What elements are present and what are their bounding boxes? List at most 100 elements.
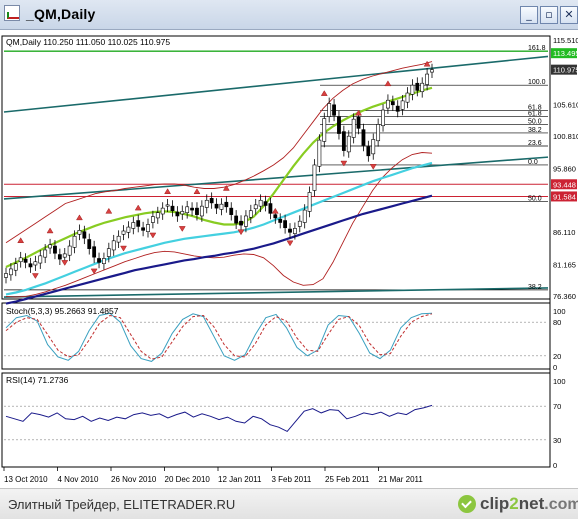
chart-window-icon	[4, 5, 20, 21]
candle-body	[57, 254, 62, 260]
candle-body	[106, 248, 111, 257]
candle-body	[121, 230, 126, 235]
rsi-panel-label: RSI(14) 71.2736	[6, 375, 69, 385]
footer-caption: Элитный Трейдер, ELITETRADER.RU	[8, 497, 236, 512]
clip2net-logo[interactable]: clip2net.com	[458, 492, 578, 516]
candle-body	[97, 258, 101, 263]
candle-body	[102, 258, 106, 264]
stoch-tick-label: 0	[553, 363, 557, 372]
candle-body	[361, 129, 366, 146]
candle-body	[317, 139, 322, 167]
candle-body	[53, 245, 57, 254]
candle-body	[23, 258, 28, 263]
fib-level-label: 38.2	[528, 284, 542, 291]
fib-level-label: 38.2	[528, 127, 542, 134]
fib-level-label: 161.8	[528, 45, 546, 52]
candle-body	[244, 215, 248, 227]
price-tick-label: 100.810	[553, 132, 578, 141]
stoch-panel-label: Stoch(5,3,3) 95.2663 91.4857	[6, 306, 119, 316]
candle-body	[190, 207, 194, 211]
price-tick-label: 76.360	[553, 292, 576, 301]
price-tick-label: 113.495	[553, 49, 578, 58]
fib-level-label: 23.6	[528, 140, 542, 147]
candle-body	[160, 207, 165, 215]
fib-level-label: 0.0	[528, 159, 538, 166]
candle-body	[4, 273, 8, 278]
price-chart[interactable]: 161.8100.061.861.850.038.223.60.050.038.…	[0, 30, 578, 488]
fib-level-label: 100.0	[528, 79, 546, 86]
price-tick-labels: 115.510 113.495 110.975 105.610 100.810 95.86…	[551, 36, 578, 301]
candle-body	[425, 73, 430, 85]
clip2net-check-icon	[458, 495, 476, 513]
candle-body	[258, 199, 263, 207]
candle-body	[67, 245, 72, 256]
candle-body	[390, 101, 395, 106]
candle-body	[229, 207, 234, 215]
candle-body	[111, 240, 116, 251]
candle-body	[224, 201, 229, 208]
stoch-tick-label: 80	[553, 318, 561, 327]
date-tick-label: 20 Dec 2010	[165, 475, 211, 484]
rsi-tick-label: 0	[553, 461, 557, 470]
candle-body	[195, 207, 199, 215]
candle-body	[92, 246, 97, 258]
fib-level-label: 61.8	[528, 111, 542, 118]
candle-body	[337, 116, 341, 134]
candle-body	[288, 228, 292, 233]
rsi-tick-label: 30	[553, 436, 561, 445]
date-tick-label: 12 Jan 2011	[218, 475, 262, 484]
candle-body	[410, 84, 415, 95]
window-title: _QM,Daily	[26, 6, 96, 22]
candle-body	[356, 116, 361, 129]
candle-body	[116, 235, 121, 243]
minimize-button[interactable]: _	[520, 6, 538, 24]
candle-body	[131, 222, 136, 229]
date-tick-label: 13 Oct 2010	[4, 475, 48, 484]
candle-body	[341, 131, 346, 151]
candle-body	[332, 104, 336, 116]
candle-body	[248, 210, 253, 218]
candle-body	[405, 92, 410, 103]
candle-body	[376, 124, 381, 142]
stoch-tick-label: 100	[553, 307, 566, 316]
candle-body	[239, 220, 243, 226]
candle-body	[415, 82, 420, 91]
close-button[interactable]: ✕	[560, 6, 578, 24]
price-tick-label: 93.448	[553, 180, 576, 189]
main-panel-label: QM,Daily 110.250 111.050 110.025 110.975	[6, 37, 170, 47]
rsi-panel-frame	[1, 372, 551, 468]
candle-body	[420, 82, 425, 93]
candle-body	[180, 211, 185, 215]
chart-area[interactable]: 161.8 100.0 61.8 61.8 50.0 38.2 23.6 0.0 50.0 38.…	[0, 30, 578, 488]
candle-body	[381, 109, 385, 127]
candle-body	[346, 135, 351, 153]
candle-body	[8, 268, 13, 276]
restore-button[interactable]: ▫	[540, 6, 558, 24]
candle-body	[33, 261, 38, 266]
candle-body	[327, 103, 332, 117]
oscillator-tick-labels: 100 80 20 0 100 70 30 0	[553, 307, 566, 470]
candle-body	[263, 201, 268, 206]
candle-body	[62, 253, 67, 258]
candle-body	[82, 231, 87, 239]
candle-body	[395, 105, 400, 112]
price-tick-label: 81.165	[553, 261, 576, 270]
candle-body	[38, 255, 43, 264]
main-panel-frame	[1, 35, 551, 300]
date-tick-label: 21 Mar 2011	[379, 475, 424, 484]
candle-body	[141, 227, 146, 231]
date-tick-label: 26 Nov 2010	[111, 475, 157, 484]
candle-body	[292, 228, 297, 234]
window-titlebar: _QM,Daily _ ▫ ✕	[0, 0, 578, 30]
price-tick-label: 105.610	[553, 101, 578, 110]
candle-body	[283, 220, 288, 229]
candle-body	[214, 203, 219, 209]
date-tick-label: 3 Feb 2011	[272, 475, 312, 484]
candle-body	[253, 204, 258, 210]
candle-body	[400, 100, 405, 110]
candle-body	[28, 263, 33, 268]
candle-body	[77, 230, 82, 235]
candle-body	[48, 244, 52, 249]
candle-body	[146, 224, 150, 232]
candle-body	[366, 146, 371, 157]
